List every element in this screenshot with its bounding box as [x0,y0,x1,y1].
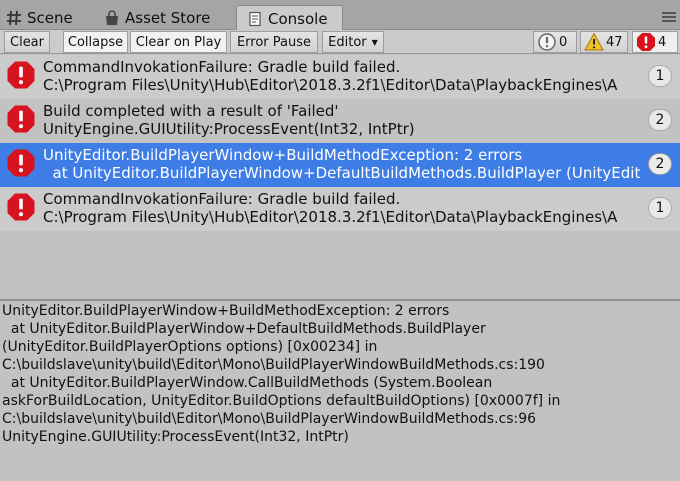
asset-store-icon [104,9,120,26]
tab-console[interactable]: Console [236,5,343,31]
warning-filter-toggle[interactable]: 47 [580,31,628,53]
clear-on-play-toggle[interactable]: Clear on Play [130,31,227,53]
console-log-list: CommandInvokationFailure: Gradle build f… [0,55,680,299]
tab-asset-store-label: Asset Store [125,8,211,27]
tab-asset-store[interactable]: Asset Store [104,5,232,30]
log-entry-message: CommandInvokationFailure: Gradle build f… [43,58,401,76]
detail-line: C:\buildslave\unity\build\Editor\Mono\Bu… [2,357,545,373]
console-toolbar: Clear Collapse Clear on Play Error Pause… [0,30,680,54]
detail-line: at UnityEditor.BuildPlayerWindow+Default… [2,321,486,337]
scene-hash-icon [6,10,22,26]
warning-icon [584,32,604,52]
log-entry-count-badge: 2 [648,153,672,175]
window-tab-bar: Scene Asset Store Console [0,0,680,31]
detail-line: (UnityEditor.BuildPlayerOptions options)… [2,339,378,355]
error-icon [6,148,36,178]
log-entry[interactable]: CommandInvokationFailure: Gradle build f… [0,55,680,99]
log-entry-count-badge: 1 [648,65,672,87]
log-entry-message: UnityEditor.BuildPlayerWindow+BuildMetho… [43,146,523,164]
tab-scene[interactable]: Scene [6,5,102,30]
detail-line: C:\buildslave\unity\build\Editor\Mono\Bu… [2,411,537,427]
log-entry-message: Build completed with a result of 'Failed… [43,102,339,120]
info-icon [537,32,557,52]
tab-scene-label: Scene [27,8,73,27]
error-filter-toggle[interactable]: 4 [632,31,678,53]
collapse-toggle[interactable]: Collapse [63,31,128,53]
error-count: 4 [658,34,667,50]
detail-line: UnityEditor.BuildPlayerWindow+BuildMetho… [2,303,450,319]
error-pause-toggle[interactable]: Error Pause [230,31,318,53]
error-icon [6,192,36,222]
log-entry-stack-line: at UnityEditor.BuildPlayerWindow+Default… [43,164,641,182]
tab-console-label: Console [268,9,328,28]
detail-line: at UnityEditor.BuildPlayerWindow.CallBui… [2,375,493,391]
editor-dropdown[interactable]: Editor ▼ [322,31,384,53]
log-entry-stack-line: C:\Program Files\Unity\Hub\Editor\2018.3… [43,76,618,94]
clear-button[interactable]: Clear [4,31,50,53]
error-icon [6,104,36,134]
log-entry-message: CommandInvokationFailure: Gradle build f… [43,190,401,208]
detail-line: askForBuildLocation, UnityEditor.BuildOp… [2,393,561,409]
error-icon [636,32,656,52]
log-entry-selected[interactable]: UnityEditor.BuildPlayerWindow+BuildMetho… [0,143,680,187]
log-entry-count-badge: 1 [648,197,672,219]
stack-trace-detail-pane[interactable]: UnityEditor.BuildPlayerWindow+BuildMetho… [0,301,680,481]
log-entry-stack-line: C:\Program Files\Unity\Hub\Editor\2018.3… [43,208,618,226]
error-icon [6,60,36,90]
console-document-icon [247,11,263,27]
warning-count: 47 [606,34,623,50]
info-filter-toggle[interactable]: 0 [533,31,577,53]
log-entry[interactable]: CommandInvokationFailure: Gradle build f… [0,187,680,231]
info-count: 0 [559,34,568,50]
editor-dropdown-label: Editor [328,34,367,50]
tab-context-menu-icon[interactable] [662,12,676,22]
dropdown-arrow-icon: ▼ [371,37,378,47]
log-entry[interactable]: Build completed with a result of 'Failed… [0,99,680,143]
detail-line: UnityEngine.GUIUtility:ProcessEvent(Int3… [2,429,349,445]
log-entry-stack-line: UnityEngine.GUIUtility:ProcessEvent(Int3… [43,120,415,138]
log-entry-count-badge: 2 [648,109,672,131]
